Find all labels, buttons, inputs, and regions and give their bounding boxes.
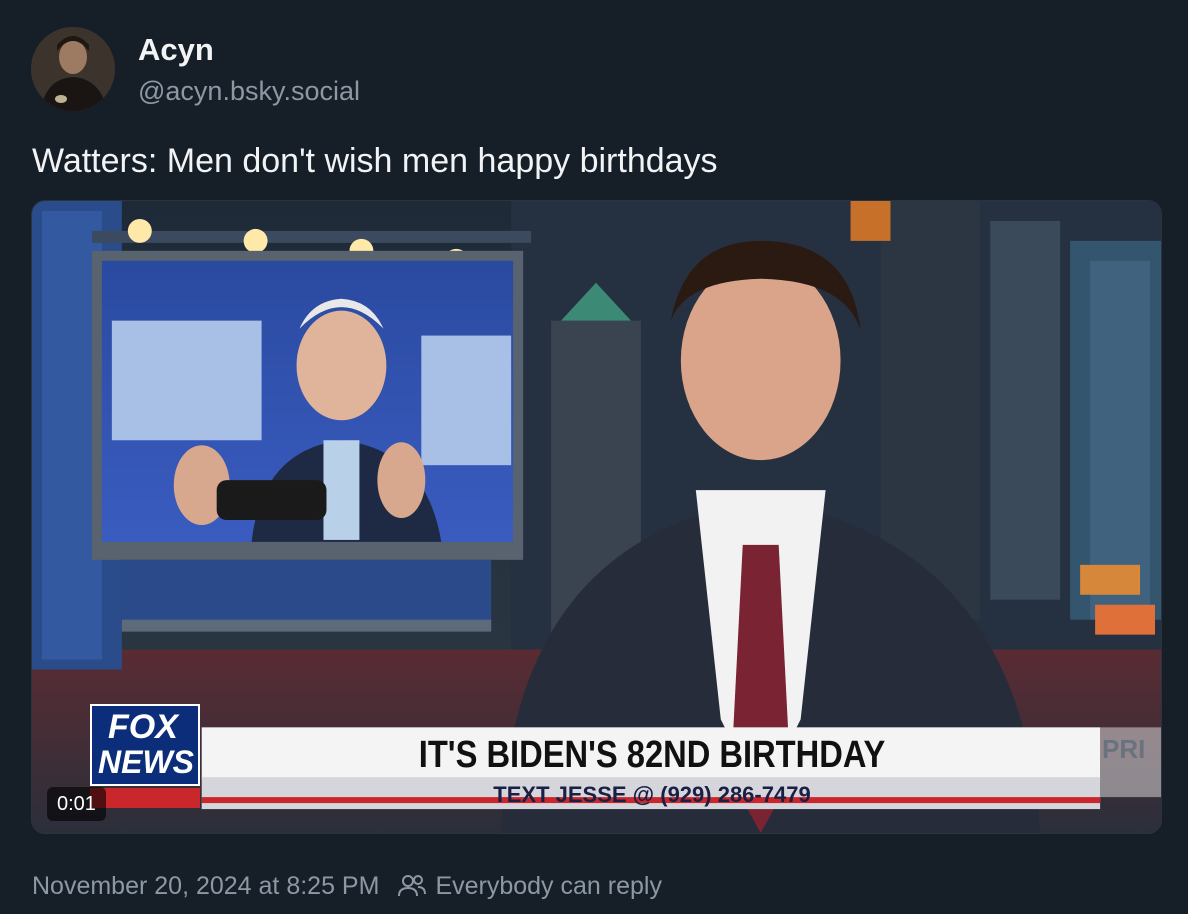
video-time-badge: 0:01 — [47, 787, 106, 821]
chyron-headline: IT'S BIDEN'S 82ND BIRTHDAY — [418, 734, 886, 776]
post-text: Watters: Men don't wish men happy birthd… — [32, 142, 718, 180]
chyron-subline: TEXT JESSE @ (929) 286-7479 — [493, 782, 811, 807]
author-display-name[interactable]: Acyn — [138, 30, 214, 70]
avatar[interactable] — [31, 27, 115, 111]
author-handle[interactable]: @acyn.bsky.social — [138, 73, 360, 109]
post-footer: November 20, 2024 at 8:25 PM Everybody c… — [32, 868, 662, 904]
fox-logo-bottom — [90, 788, 200, 808]
fox-logo-text: FOX — [108, 708, 178, 746]
fox-news-logo: FOX NEWS — [90, 704, 200, 808]
people-icon-svg — [398, 875, 427, 897]
reply-setting[interactable]: Everybody can reply — [435, 872, 662, 901]
video-player[interactable]: FOX NEWS IT'S BIDEN'S 82ND BIRTHDAY TEXT… — [31, 200, 1162, 834]
background-sign-text: PRI — [1102, 734, 1146, 764]
news-logo-text: NEWS — [98, 744, 194, 780]
people-icon — [397, 871, 427, 901]
post-timestamp[interactable]: November 20, 2024 at 8:25 PM — [32, 872, 379, 901]
post-view: Acyn @acyn.bsky.social Watters: Men don'… — [0, 0, 1188, 914]
avatar-image — [31, 27, 115, 111]
